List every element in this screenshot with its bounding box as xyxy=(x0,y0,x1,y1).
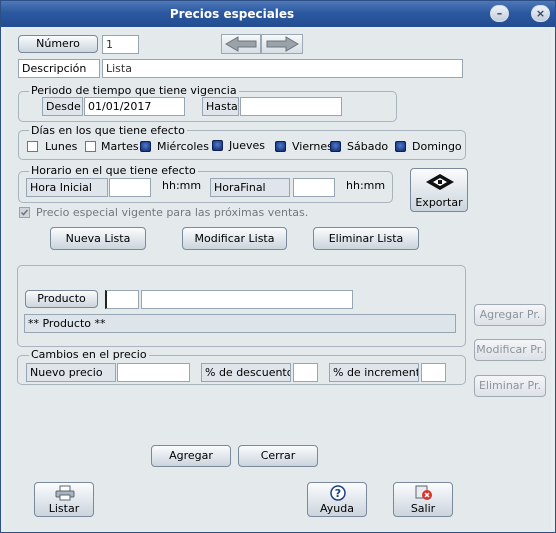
next-button[interactable] xyxy=(261,34,303,54)
ayuda-button[interactable]: ? Ayuda xyxy=(307,482,367,517)
help-icon: ? xyxy=(330,485,346,501)
numero-field[interactable]: 1 xyxy=(102,35,139,54)
modificar-pr-label: Modificar Pr. xyxy=(476,343,544,356)
hora-inicial-label: Hora Inicial xyxy=(26,178,108,197)
eliminar-lista-button[interactable]: Eliminar Lista xyxy=(313,227,419,250)
cerrar-button[interactable]: Cerrar xyxy=(238,445,318,467)
dialog-window: Precios especiales – × Número 1 Descripc… xyxy=(0,0,556,533)
dialog-body: Número 1 Descripción Lista Periodo de ti… xyxy=(5,28,551,530)
viernes-checkbox[interactable] xyxy=(275,141,286,152)
producto-button[interactable]: Producto xyxy=(25,290,98,308)
listar-label: Listar xyxy=(48,502,80,515)
window-title: Precios especiales xyxy=(169,7,295,21)
nuevo-precio-label: Nuevo precio xyxy=(26,363,116,382)
incremento-label: % de incremento xyxy=(329,363,419,382)
eliminar-pr-button[interactable]: Eliminar Pr. xyxy=(474,375,546,397)
printer-icon xyxy=(55,485,75,501)
hora-inicial-field[interactable] xyxy=(109,178,151,197)
minimize-icon: – xyxy=(496,7,503,20)
title-bar: Precios especiales – × xyxy=(1,1,555,27)
eliminar-lista-label: Eliminar Lista xyxy=(328,232,404,245)
martes-label: Martes xyxy=(101,140,139,153)
agregar-pr-button[interactable]: Agregar Pr. xyxy=(474,304,546,326)
minimize-button[interactable]: – xyxy=(490,5,509,22)
modificar-lista-button[interactable]: Modificar Lista xyxy=(182,227,287,250)
exportar-button[interactable]: Exportar xyxy=(410,168,468,212)
check-icon xyxy=(20,209,29,216)
salir-label: Salir xyxy=(410,502,436,515)
listar-button[interactable]: Listar xyxy=(34,482,94,517)
domingo-label: Domingo xyxy=(412,140,462,153)
descuento-field[interactable] xyxy=(293,363,318,382)
sabado-checkbox[interactable] xyxy=(330,141,341,152)
miercoles-checkbox[interactable] xyxy=(140,141,151,152)
ayuda-label: Ayuda xyxy=(320,502,354,515)
hhmm-label-1: hh:mm xyxy=(162,179,202,192)
nueva-lista-label: Nueva Lista xyxy=(65,232,131,245)
viernes-label: Viernes xyxy=(292,140,333,153)
hora-final-field[interactable] xyxy=(293,178,335,197)
numero-button[interactable]: Número xyxy=(18,35,98,53)
descripcion-field[interactable]: Lista xyxy=(102,59,463,78)
agregar-pr-label: Agregar Pr. xyxy=(479,308,541,321)
agregar-button[interactable]: Agregar xyxy=(151,445,231,467)
descripcion-label: Descripción xyxy=(18,59,100,78)
exit-icon xyxy=(415,485,432,500)
vigente-checkbox[interactable] xyxy=(19,207,30,218)
arrow-left-icon xyxy=(225,36,257,52)
nueva-lista-button[interactable]: Nueva Lista xyxy=(50,227,146,250)
horario-title: Horario en el que tiene efecto xyxy=(29,164,198,177)
vigente-label: Precio especial vigente para las próxima… xyxy=(36,206,309,219)
domingo-checkbox[interactable] xyxy=(395,141,406,152)
desde-field[interactable]: 01/01/2017 xyxy=(84,97,185,116)
desde-label: Desde xyxy=(42,97,83,116)
descuento-label: % de descuento xyxy=(201,363,291,382)
producto-button-label: Producto xyxy=(37,292,86,305)
modificar-lista-label: Modificar Lista xyxy=(194,232,275,245)
agregar-label: Agregar xyxy=(169,449,213,462)
modificar-pr-button[interactable]: Modificar Pr. xyxy=(474,339,546,361)
periodo-title: Periodo de tiempo que tiene vigencia xyxy=(29,84,239,97)
jueves-label: Jueves xyxy=(229,139,265,152)
lunes-label: Lunes xyxy=(45,140,78,153)
miercoles-label: Miércoles xyxy=(157,140,209,153)
close-button[interactable]: × xyxy=(531,5,550,22)
incremento-field[interactable] xyxy=(421,363,446,382)
jueves-checkbox[interactable] xyxy=(212,140,223,151)
svg-text:?: ? xyxy=(335,487,341,500)
cambios-title: Cambios en el precio xyxy=(29,348,149,361)
numero-label: Número xyxy=(36,37,80,50)
producto-code-field[interactable] xyxy=(105,290,139,309)
exportar-label: Exportar xyxy=(415,196,463,209)
lunes-checkbox[interactable] xyxy=(27,141,38,152)
dias-title: Días en los que tiene efecto xyxy=(29,124,187,137)
hhmm-label-2: hh:mm xyxy=(346,179,386,192)
hora-final-label: HoraFinal xyxy=(210,178,290,197)
close-icon: × xyxy=(535,7,546,20)
diskette-icon xyxy=(426,174,454,190)
producto-name-field[interactable] xyxy=(141,290,353,309)
arrow-right-icon xyxy=(266,36,299,52)
prev-button[interactable] xyxy=(221,34,261,54)
nuevo-precio-field[interactable] xyxy=(117,363,190,382)
producto-info: ** Producto ** xyxy=(24,314,456,333)
salir-button[interactable]: Salir xyxy=(393,482,453,517)
eliminar-pr-label: Eliminar Pr. xyxy=(478,379,541,392)
hasta-label: Hasta xyxy=(202,97,239,116)
sabado-label: Sábado xyxy=(347,140,389,153)
martes-checkbox[interactable] xyxy=(85,141,96,152)
hasta-field[interactable] xyxy=(240,97,342,116)
cerrar-label: Cerrar xyxy=(260,449,296,462)
